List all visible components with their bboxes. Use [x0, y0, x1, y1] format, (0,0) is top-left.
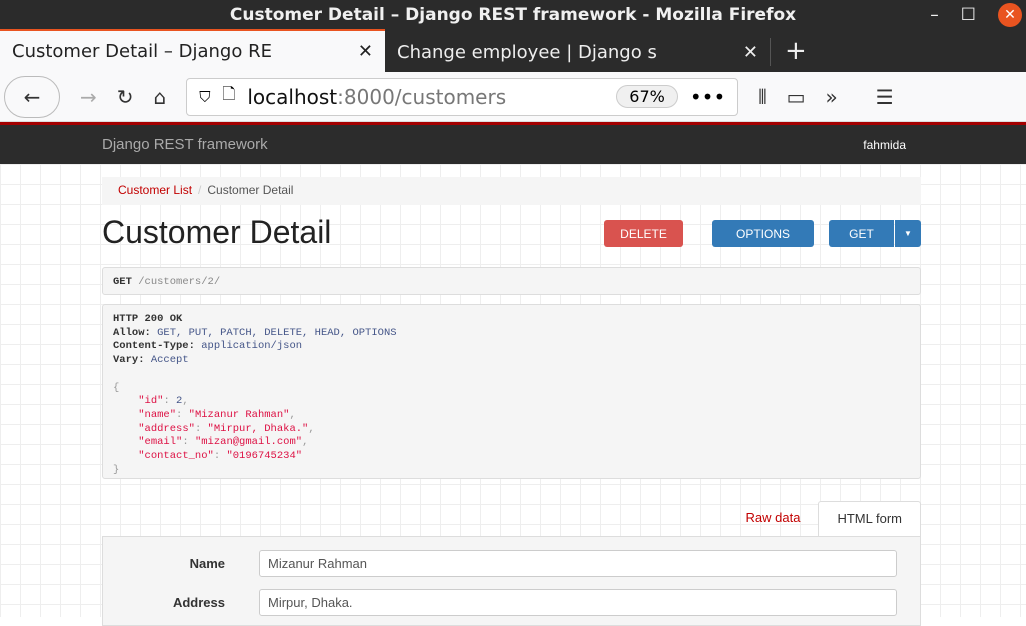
get-button[interactable]: GET [829, 220, 894, 247]
json-value: "Mizanur Rahman" [188, 408, 290, 421]
nav-toolbar: ← → ↻ ⌂ ⛉ 🗋 localhost:8000/customers 67%… [0, 72, 1026, 122]
user-menu[interactable]: fahmida [863, 138, 906, 152]
json-key: "email" [138, 436, 183, 449]
tab-change-employee[interactable]: Change employee | Django s ✕ [385, 32, 770, 72]
zoom-level-button[interactable]: 67% [616, 85, 678, 108]
maximize-icon[interactable]: ☐ [961, 5, 976, 25]
breadcrumb: Customer List / Customer Detail [102, 177, 921, 205]
close-tab-icon[interactable]: ✕ [358, 41, 373, 62]
name-label: Name [189, 556, 225, 571]
request-info: GET /customers/2/ [102, 267, 921, 295]
vary-header: Accept [150, 354, 189, 367]
json-key: "name" [138, 408, 177, 421]
page-title: Customer Detail [102, 214, 332, 250]
name-input[interactable]: Mizanur Rahman [259, 550, 897, 577]
json-value: "mizan@gmail.com" [194, 436, 303, 449]
window-title: Customer Detail – Django REST framework … [229, 4, 797, 25]
reload-button[interactable]: ↻ [117, 85, 134, 109]
breadcrumb-current: Customer Detail [207, 183, 294, 197]
forward-button[interactable]: → [80, 85, 97, 109]
library-icon[interactable]: ⫴ [758, 85, 766, 109]
tab-html-form[interactable]: HTML form [818, 501, 921, 536]
url-bar[interactable]: ⛉ 🗋 localhost:8000/customers 67% ••• [186, 77, 739, 116]
sidebar-icon[interactable]: ▭ [787, 85, 806, 109]
json-body: "id": 2, "name": "Mizanur Rahman", "addr… [138, 395, 315, 463]
form-tabs: Raw data HTML form [102, 501, 921, 536]
drf-navbar: Django REST framework fahmida [0, 122, 1026, 164]
json-key: "address" [138, 422, 195, 435]
window-titlebar: Customer Detail – Django REST framework … [0, 0, 1026, 29]
back-button[interactable]: ← [4, 75, 60, 118]
json-value: "Mirpur, Dhaka." [207, 422, 309, 435]
close-icon[interactable]: ✕ [998, 2, 1022, 27]
address-input[interactable]: Mirpur, Dhaka. [259, 589, 897, 616]
overflow-icon[interactable]: » [826, 85, 838, 109]
header-key: Allow: [113, 326, 151, 339]
content-type-header: application/json [201, 340, 303, 353]
options-button[interactable]: OPTIONS [712, 220, 814, 247]
tab-bar: Customer Detail – Django RE ✕ Change empl… [0, 29, 1026, 72]
url-host: localhost [247, 84, 338, 109]
json-key: "contact_no" [138, 450, 214, 463]
request-method: GET [113, 276, 132, 288]
header-key: Vary: [113, 354, 145, 367]
json-value: "0196745234" [226, 450, 303, 463]
brand-link[interactable]: Django REST framework [102, 136, 268, 153]
page-actions-icon[interactable]: ••• [690, 85, 725, 109]
json-key: "id" [138, 395, 164, 408]
tab-label: Customer Detail – Django RE [12, 41, 272, 62]
tab-label: Change employee | Django s [397, 41, 657, 63]
html-form: Name Mizanur Rahman Address Mirpur, Dhaka. [102, 536, 921, 626]
shield-icon[interactable]: ⛉ [199, 88, 210, 106]
response-info: HTTP 200 OK Allow: GET, PUT, PATCH, DELE… [102, 304, 921, 479]
breadcrumb-customer-list[interactable]: Customer List [118, 183, 192, 197]
header-key: Content-Type: [113, 340, 195, 353]
response-status: HTTP 200 OK [113, 313, 183, 325]
address-label: Address [172, 595, 225, 610]
tab-raw-data[interactable]: Raw data [728, 501, 819, 536]
request-path: /customers/2/ [138, 276, 221, 288]
close-tab-icon[interactable]: ✕ [743, 42, 758, 63]
delete-button[interactable]: DELETE [604, 220, 683, 247]
tab-customer-detail[interactable]: Customer Detail – Django RE ✕ [0, 29, 385, 72]
minimize-icon[interactable]: – [930, 5, 939, 25]
home-button[interactable]: ⌂ [154, 85, 167, 109]
get-format-dropdown[interactable]: ▼ [895, 220, 921, 247]
allow-header: GET, PUT, PATCH, DELETE, HEAD, OPTIONS [157, 326, 397, 339]
page-content: Customer List / Customer Detail Customer D… [0, 164, 1026, 626]
new-tab-button[interactable]: + [770, 38, 821, 66]
url-path: :8000/customers [337, 84, 507, 109]
menu-icon[interactable]: ☰ [876, 85, 894, 109]
page-icon: 🗋 [222, 84, 236, 103]
